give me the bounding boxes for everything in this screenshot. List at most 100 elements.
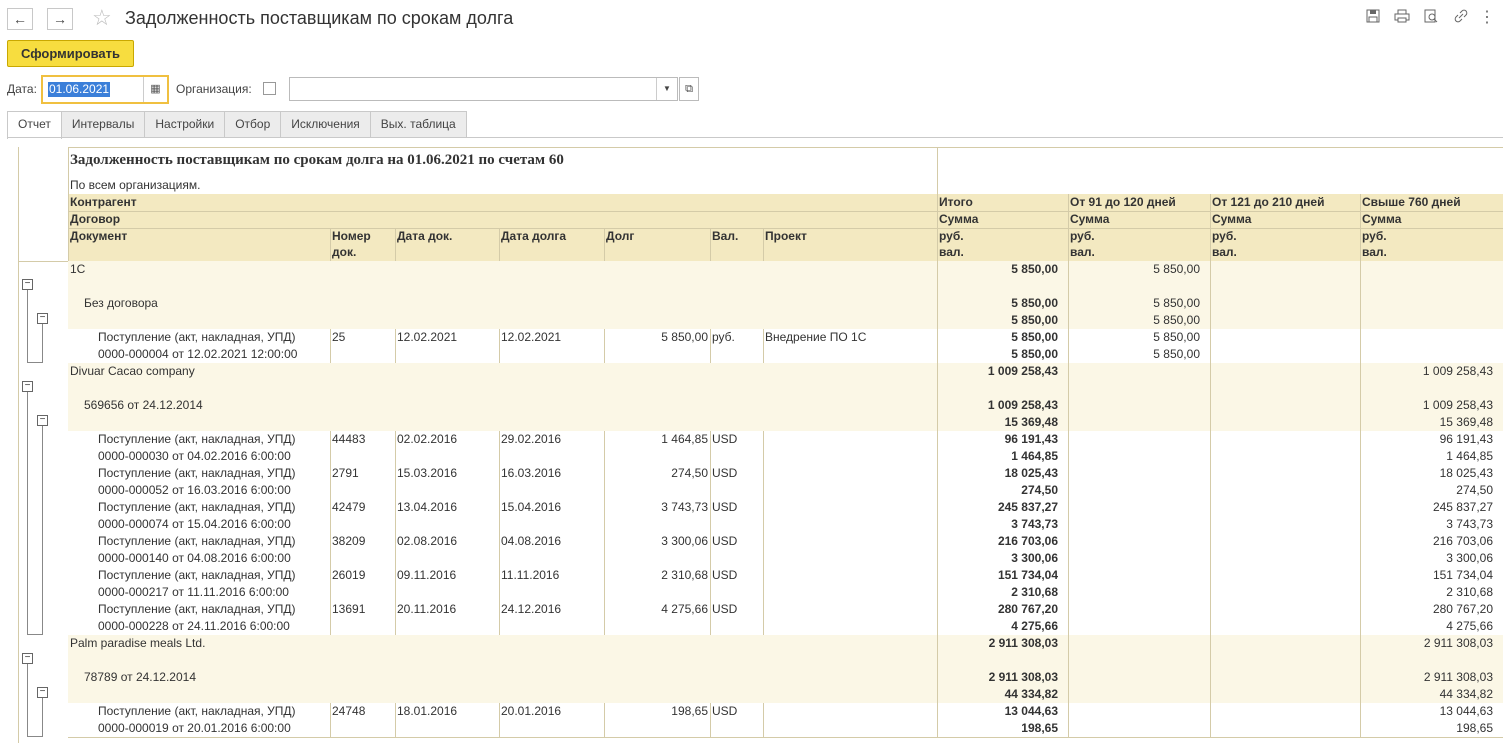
header-col-total: Итого <box>939 195 973 209</box>
header-rub: руб. <box>1212 229 1237 243</box>
value-total: 245 837,27 <box>997 500 1058 514</box>
header-sum: Сумма <box>1070 212 1110 226</box>
doc-number: 2791 <box>332 466 359 480</box>
value-c760-val: 198,65 <box>1456 721 1493 735</box>
collapse-icon[interactable]: − <box>22 279 33 290</box>
value-total-val: 2 310,68 <box>1011 585 1058 599</box>
tab-intervals[interactable]: Интервалы <box>60 111 146 137</box>
header-doc-date: Дата док. <box>397 229 453 243</box>
value-c760: 1 009 258,43 <box>1422 398 1493 412</box>
collapse-icon[interactable]: − <box>22 381 33 392</box>
report-spreadsheet[interactable]: Задолженность поставщикам по срокам долг… <box>18 147 1503 743</box>
report-subtitle: По всем организациям. <box>70 178 201 192</box>
row-doc-ref: 0000-000217 от 11.11.2016 6:00:00 <box>98 585 289 599</box>
doc-date: 20.11.2016 <box>397 602 457 616</box>
row-label: Поступление (акт, накладная, УПД) <box>98 500 296 514</box>
currency: руб. <box>712 330 735 344</box>
doc-date: 02.02.2016 <box>397 432 458 446</box>
value-c760-val: 3 300,06 <box>1446 551 1493 565</box>
chevron-down-icon[interactable]: ▼ <box>656 78 677 100</box>
value-c91: 5 850,00 <box>1153 330 1200 344</box>
header-contract: Договор <box>70 212 121 226</box>
currency: USD <box>712 432 738 446</box>
calendar-icon[interactable]: ▦ <box>143 77 167 102</box>
date-field[interactable]: 01.06.2021 ▦ <box>41 75 169 104</box>
value-total-val: 198,65 <box>1021 721 1058 735</box>
tab-output-table[interactable]: Вых. таблица <box>369 111 467 137</box>
report-title: Задолженность поставщикам по срокам долг… <box>70 152 564 168</box>
row-doc-ref: 0000-000030 от 04.02.2016 6:00:00 <box>98 449 291 463</box>
value-total: 151 734,04 <box>997 568 1058 582</box>
value-total-val: 1 464,85 <box>1011 449 1058 463</box>
currency: USD <box>712 704 738 718</box>
debt-amount: 4 275,66 <box>661 602 708 616</box>
org-label: Организация: <box>176 82 252 96</box>
debt-date: 24.12.2016 <box>501 602 562 616</box>
value-total-val: 4 275,66 <box>1011 619 1058 633</box>
value-total-val: 15 369,48 <box>1004 415 1058 429</box>
doc-number: 13691 <box>332 602 366 616</box>
header-col-91-120: От 91 до 120 дней <box>1070 195 1176 209</box>
open-icon[interactable]: ⧉ <box>679 77 699 101</box>
header-document: Документ <box>70 229 128 243</box>
tab-exclusions[interactable]: Исключения <box>280 111 371 137</box>
value-c91: 5 850,00 <box>1153 296 1200 310</box>
link-icon[interactable] <box>1452 9 1470 27</box>
row-label: Divuar Cacao company <box>70 364 195 378</box>
row-label: Palm paradise meals Ltd. <box>70 636 206 650</box>
generate-button[interactable]: Сформировать <box>7 40 134 67</box>
more-icon[interactable]: ⋮ <box>1478 9 1496 27</box>
tab-filter[interactable]: Отбор <box>224 111 282 137</box>
header-col-121-210: От 121 до 210 дней <box>1212 195 1325 209</box>
header-currency: Вал. <box>712 229 739 243</box>
collapse-icon[interactable]: − <box>22 653 33 664</box>
collapse-icon[interactable]: − <box>37 313 48 324</box>
value-total-val: 274,50 <box>1021 483 1058 497</box>
debt-amount: 1 464,85 <box>661 432 708 446</box>
row-doc-ref: 0000-000074 от 15.04.2016 6:00:00 <box>98 517 291 531</box>
collapse-icon[interactable]: − <box>37 687 48 698</box>
debt-amount: 5 850,00 <box>661 330 708 344</box>
header-rub: руб. <box>1362 229 1387 243</box>
value-total: 96 191,43 <box>1004 432 1058 446</box>
header-debt-date: Дата долга <box>501 229 567 243</box>
back-button[interactable]: ← <box>7 8 33 30</box>
currency: USD <box>712 466 738 480</box>
project: Внедрение ПО 1С <box>765 330 867 344</box>
value-total: 5 850,00 <box>1011 330 1058 344</box>
arrow-left-icon: ← <box>13 11 27 27</box>
value-c760: 151 734,04 <box>1432 568 1493 582</box>
currency: USD <box>712 602 738 616</box>
value-total: 216 703,06 <box>997 534 1058 548</box>
value-c760: 280 767,20 <box>1432 602 1493 616</box>
save-icon[interactable] <box>1364 9 1382 27</box>
header-val: вал. <box>1070 245 1095 259</box>
forward-button[interactable]: → <box>47 8 73 30</box>
header-sum: Сумма <box>939 212 979 226</box>
value-c760-val: 15 369,48 <box>1439 415 1493 429</box>
tab-bar: Отчет Интервалы Настройки Отбор Исключен… <box>7 111 467 139</box>
preview-icon[interactable] <box>1422 9 1440 27</box>
print-icon[interactable] <box>1393 9 1411 27</box>
value-c91-val: 5 850,00 <box>1153 313 1200 327</box>
debt-date: 15.04.2016 <box>501 500 562 514</box>
doc-number: 26019 <box>332 568 366 582</box>
value-c760: 96 191,43 <box>1439 432 1493 446</box>
row-label: 1С <box>70 262 86 276</box>
value-total: 2 911 308,03 <box>988 636 1058 650</box>
value-total: 5 850,00 <box>1011 262 1058 276</box>
org-field[interactable]: ▼ <box>289 77 678 101</box>
doc-date: 13.04.2016 <box>397 500 458 514</box>
tab-settings[interactable]: Настройки <box>144 111 226 137</box>
header-val: вал. <box>1212 245 1237 259</box>
value-c760: 18 025,43 <box>1439 466 1493 480</box>
value-total-val: 5 850,00 <box>1011 313 1058 327</box>
debt-amount: 198,65 <box>671 704 708 718</box>
value-c91-val: 5 850,00 <box>1153 347 1200 361</box>
doc-number: 25 <box>332 330 346 344</box>
star-icon[interactable]: ☆ <box>92 5 112 31</box>
tab-report[interactable]: Отчет <box>7 111 62 139</box>
org-checkbox[interactable] <box>263 82 276 95</box>
collapse-icon[interactable]: − <box>37 415 48 426</box>
currency: USD <box>712 500 738 514</box>
